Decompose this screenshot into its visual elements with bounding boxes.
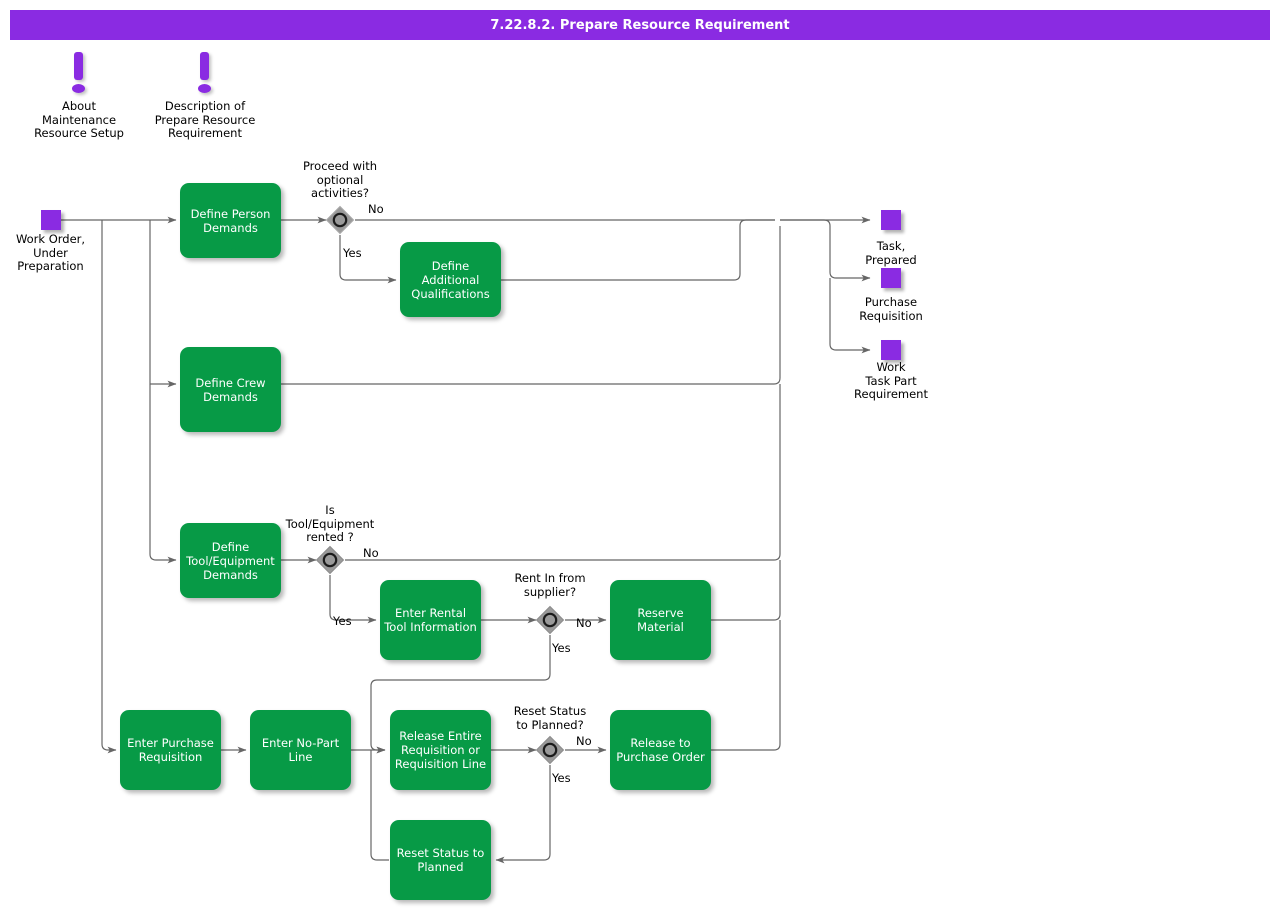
task-define-additional-qualifications[interactable]: Define Additional Qualifications bbox=[400, 242, 501, 317]
gateway-rent-in-from-supplier[interactable] bbox=[535, 605, 565, 635]
edge-label-proceed-yes: Yes bbox=[343, 247, 362, 260]
gateway-proceed-with-optional-activities[interactable] bbox=[325, 205, 355, 235]
task-label: Enter Purchase Requisition bbox=[124, 736, 217, 764]
task-define-tool-equipment-demands[interactable]: Define Tool/Equipment Demands bbox=[180, 523, 281, 598]
end-event-work-task-part-requirement[interactable] bbox=[881, 340, 901, 360]
gateway-label-is-tool-equipment-rented: Is Tool/Equipment rented ? bbox=[268, 504, 392, 545]
edge-label-rent-in-no: No bbox=[576, 617, 592, 630]
task-label: Reserve Material bbox=[614, 606, 707, 634]
gateway-label-proceed-with-optional-activities: Proceed with optional activities? bbox=[278, 160, 402, 201]
edge-label-reset-status-yes: Yes bbox=[552, 772, 571, 785]
note-label-description-prepare-resource: Description of Prepare Resource Requirem… bbox=[140, 100, 270, 141]
note-icon-description-prepare-resource[interactable] bbox=[194, 52, 216, 98]
gateway-reset-status-to-planned[interactable] bbox=[535, 735, 565, 765]
end-event-task-prepared[interactable] bbox=[881, 210, 901, 230]
task-label: Release Entire Requisition or Requisitio… bbox=[394, 729, 487, 771]
note-icon-about-maintenance[interactable] bbox=[68, 52, 90, 98]
exclamation-icon bbox=[74, 52, 83, 80]
gateway-label-rent-in-from-supplier: Rent In from supplier? bbox=[490, 572, 610, 599]
exclamation-icon bbox=[200, 52, 209, 80]
task-reserve-material[interactable]: Reserve Material bbox=[610, 580, 711, 660]
exclamation-dot-icon bbox=[198, 84, 211, 93]
task-label: Define Tool/Equipment Demands bbox=[184, 540, 277, 582]
end-event-label-task-prepared: Task, Prepared bbox=[831, 240, 951, 267]
note-label-about-maintenance: About Maintenance Resource Setup bbox=[14, 100, 144, 141]
task-label: Reset Status to Planned bbox=[394, 846, 487, 874]
edge-label-tool-rented-no: No bbox=[363, 547, 379, 560]
end-event-purchase-requisition[interactable] bbox=[881, 268, 901, 288]
task-enter-no-part-line[interactable]: Enter No-Part Line bbox=[250, 710, 351, 790]
flowchart-canvas: About Maintenance Resource Setup Descrip… bbox=[0, 0, 1280, 910]
task-reset-status-to-planned[interactable]: Reset Status to Planned bbox=[390, 820, 491, 900]
task-label: Define Additional Qualifications bbox=[404, 259, 497, 301]
task-label: Release to Purchase Order bbox=[614, 736, 707, 764]
task-define-crew-demands[interactable]: Define Crew Demands bbox=[180, 347, 281, 432]
start-event-label: Work Order, Under Preparation bbox=[0, 233, 101, 274]
edge-label-reset-status-no: No bbox=[576, 735, 592, 748]
exclamation-dot-icon bbox=[72, 84, 85, 93]
task-release-to-purchase-order[interactable]: Release to Purchase Order bbox=[610, 710, 711, 790]
task-label: Enter Rental Tool Information bbox=[384, 606, 477, 634]
start-event-work-order-under-preparation[interactable] bbox=[41, 210, 61, 230]
task-enter-rental-tool-information[interactable]: Enter Rental Tool Information bbox=[380, 580, 481, 660]
task-enter-purchase-requisition[interactable]: Enter Purchase Requisition bbox=[120, 710, 221, 790]
gateway-is-tool-equipment-rented[interactable] bbox=[315, 545, 345, 575]
edge-label-proceed-no: No bbox=[368, 203, 384, 216]
edge-label-rent-in-yes: Yes bbox=[552, 642, 571, 655]
end-event-label-work-task-part-requirement: Work Task Part Requirement bbox=[831, 361, 951, 402]
task-define-person-demands[interactable]: Define Person Demands bbox=[180, 183, 281, 258]
task-release-entire-requisition[interactable]: Release Entire Requisition or Requisitio… bbox=[390, 710, 491, 790]
task-label: Define Person Demands bbox=[184, 207, 277, 235]
end-event-label-purchase-requisition: Purchase Requisition bbox=[831, 296, 951, 323]
task-label: Enter No-Part Line bbox=[254, 736, 347, 764]
task-label: Define Crew Demands bbox=[184, 376, 277, 404]
edge-label-tool-rented-yes: Yes bbox=[333, 615, 352, 628]
gateway-label-reset-status-to-planned: Reset Status to Planned? bbox=[490, 705, 610, 732]
